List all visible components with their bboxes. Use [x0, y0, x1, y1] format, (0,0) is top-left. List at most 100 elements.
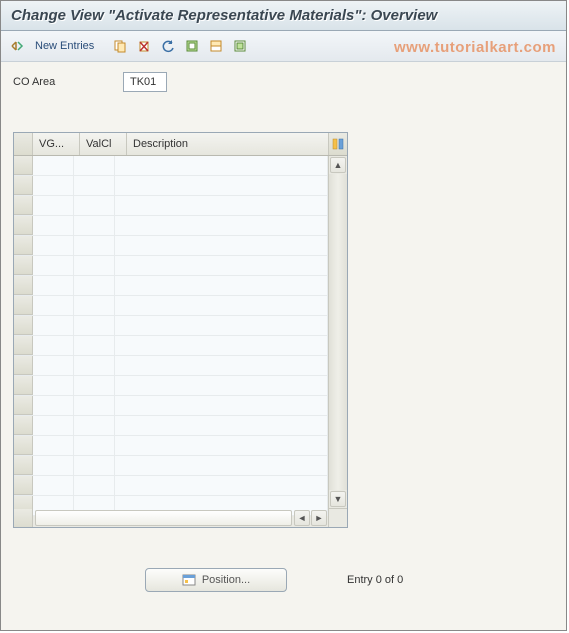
co-area-value[interactable]: TK01 [123, 72, 167, 92]
scroll-track[interactable] [329, 174, 347, 490]
delete-icon[interactable] [134, 36, 154, 56]
cell-vg[interactable] [33, 456, 74, 475]
cell-valcl[interactable] [74, 296, 115, 315]
row-selector[interactable] [14, 396, 33, 415]
row-selector[interactable] [14, 196, 33, 215]
cell-valcl[interactable] [74, 176, 115, 195]
row-selector[interactable] [14, 236, 33, 255]
scroll-left-icon[interactable]: ◄ [294, 510, 310, 526]
row-selector[interactable] [14, 316, 33, 335]
cell-description[interactable] [115, 356, 328, 375]
vertical-scrollbar[interactable]: ▲ ▼ [328, 156, 347, 508]
table-row[interactable] [14, 356, 328, 376]
row-selector[interactable] [14, 416, 33, 435]
cell-valcl[interactable] [74, 196, 115, 215]
table-row[interactable] [14, 456, 328, 476]
column-header-valcl[interactable]: ValCl [80, 133, 127, 155]
cell-description[interactable] [115, 396, 328, 415]
cell-description[interactable] [115, 176, 328, 195]
table-row[interactable] [14, 376, 328, 396]
table-row[interactable] [14, 336, 328, 356]
column-header-vg[interactable]: VG... [33, 133, 80, 155]
cell-valcl[interactable] [74, 316, 115, 335]
cell-vg[interactable] [33, 476, 74, 495]
table-row[interactable] [14, 436, 328, 456]
row-selector[interactable] [14, 276, 33, 295]
cell-vg[interactable] [33, 396, 74, 415]
cell-valcl[interactable] [74, 256, 115, 275]
hscroll-track[interactable] [35, 510, 292, 526]
cell-valcl[interactable] [74, 156, 115, 175]
cell-description[interactable] [115, 376, 328, 395]
scroll-right-icon[interactable]: ► [311, 510, 327, 526]
horizontal-scrollbar[interactable]: ◄ ► [33, 509, 328, 527]
row-selector[interactable] [14, 176, 33, 195]
cell-vg[interactable] [33, 376, 74, 395]
position-button[interactable]: Position... [145, 568, 287, 592]
cell-description[interactable] [115, 216, 328, 235]
table-row[interactable] [14, 236, 328, 256]
cell-valcl[interactable] [74, 336, 115, 355]
table-row[interactable] [14, 316, 328, 336]
scroll-down-icon[interactable]: ▼ [330, 491, 346, 507]
copy-icon[interactable] [110, 36, 130, 56]
row-selector[interactable] [14, 476, 33, 495]
cell-vg[interactable] [33, 236, 74, 255]
cell-description[interactable] [115, 196, 328, 215]
deselect-all-icon[interactable] [230, 36, 250, 56]
cell-valcl[interactable] [74, 356, 115, 375]
row-selector[interactable] [14, 456, 33, 475]
cell-vg[interactable] [33, 216, 74, 235]
cell-description[interactable] [115, 296, 328, 315]
cell-valcl[interactable] [74, 236, 115, 255]
select-all-icon[interactable] [182, 36, 202, 56]
row-selector[interactable] [14, 376, 33, 395]
cell-description[interactable] [115, 456, 328, 475]
new-entries-button[interactable]: New Entries [31, 36, 98, 56]
cell-valcl[interactable] [74, 396, 115, 415]
cell-description[interactable] [115, 436, 328, 455]
table-row[interactable] [14, 296, 328, 316]
cell-description[interactable] [115, 156, 328, 175]
cell-valcl[interactable] [74, 376, 115, 395]
cell-vg[interactable] [33, 196, 74, 215]
table-row[interactable] [14, 196, 328, 216]
cell-vg[interactable] [33, 356, 74, 375]
cell-description[interactable] [115, 476, 328, 495]
table-row[interactable] [14, 396, 328, 416]
table-row[interactable] [14, 176, 328, 196]
grid-select-all[interactable] [14, 133, 33, 155]
table-row[interactable] [14, 256, 328, 276]
cell-valcl[interactable] [74, 436, 115, 455]
table-row[interactable] [14, 216, 328, 236]
row-selector[interactable] [14, 356, 33, 375]
cell-description[interactable] [115, 336, 328, 355]
row-selector[interactable] [14, 436, 33, 455]
row-selector[interactable] [14, 336, 33, 355]
cell-vg[interactable] [33, 296, 74, 315]
grid-configure-icon[interactable] [329, 133, 347, 155]
table-row[interactable] [14, 276, 328, 296]
cell-vg[interactable] [33, 436, 74, 455]
cell-vg[interactable] [33, 336, 74, 355]
cell-vg[interactable] [33, 176, 74, 195]
row-selector[interactable] [14, 256, 33, 275]
cell-valcl[interactable] [74, 216, 115, 235]
cell-description[interactable] [115, 276, 328, 295]
cell-vg[interactable] [33, 316, 74, 335]
row-selector[interactable] [14, 156, 33, 175]
cell-valcl[interactable] [74, 456, 115, 475]
cell-valcl[interactable] [74, 476, 115, 495]
cell-description[interactable] [115, 236, 328, 255]
table-row[interactable] [14, 156, 328, 176]
cell-valcl[interactable] [74, 416, 115, 435]
cell-vg[interactable] [33, 416, 74, 435]
toggle-view-icon[interactable] [7, 36, 27, 56]
cell-description[interactable] [115, 256, 328, 275]
row-selector[interactable] [14, 296, 33, 315]
row-selector[interactable] [14, 216, 33, 235]
scroll-up-icon[interactable]: ▲ [330, 157, 346, 173]
cell-description[interactable] [115, 416, 328, 435]
table-row[interactable] [14, 416, 328, 436]
cell-valcl[interactable] [74, 276, 115, 295]
